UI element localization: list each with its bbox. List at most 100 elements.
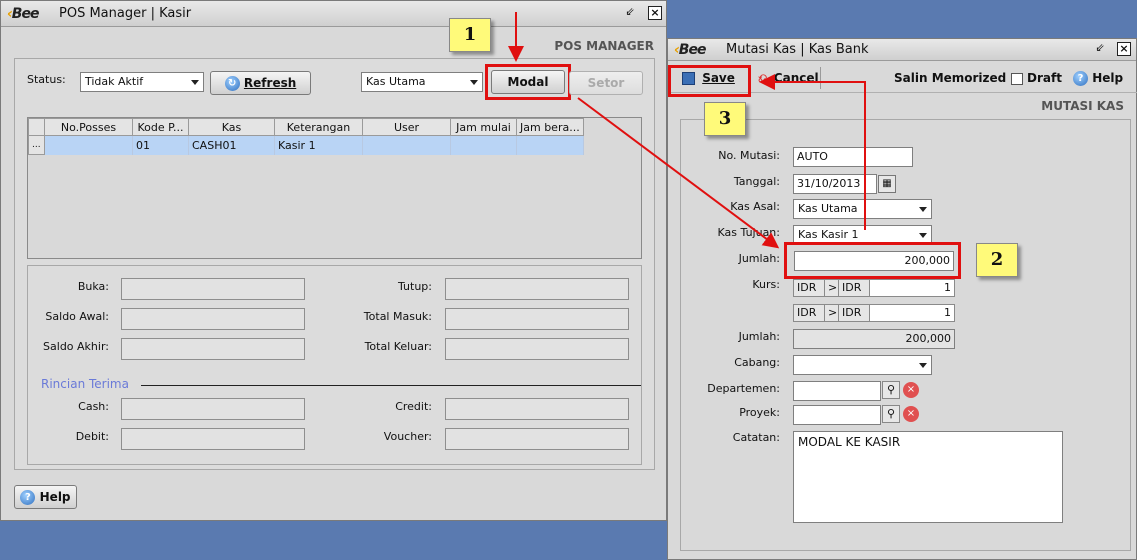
search-icon[interactable]: ⚲ xyxy=(882,381,900,399)
rincian-divider xyxy=(141,385,641,386)
cell-keterangan: Kasir 1 xyxy=(274,135,363,155)
catatan-textarea[interactable]: MODAL KE KASIR xyxy=(793,431,1063,523)
bee-logo: ‹Bee xyxy=(674,42,706,58)
status-select[interactable]: Tidak Aktif xyxy=(80,72,204,92)
cell-no-posses xyxy=(44,135,133,155)
section-title: MUTASI KAS xyxy=(1041,99,1124,113)
refresh-button-label: Refresh xyxy=(243,76,297,90)
close-icon[interactable]: × xyxy=(648,6,662,20)
column-header[interactable]: No.Posses xyxy=(44,118,133,136)
proyek-label: Proyek: xyxy=(739,406,780,419)
jumlah2-label: Jumlah: xyxy=(738,330,780,343)
voucher-field xyxy=(445,428,629,450)
saldo-akhir-field xyxy=(121,338,305,360)
pos-manager-titlebar[interactable]: ‹Bee POS Manager | Kasir ⇙ × xyxy=(1,1,666,27)
salin-memorized-button[interactable]: Salin Memorized xyxy=(894,67,1006,89)
cash-field xyxy=(121,398,305,420)
toolbar-divider xyxy=(820,67,821,89)
checkbox-box xyxy=(1011,72,1023,85)
catatan-label: Catatan: xyxy=(732,431,780,444)
clear-icon[interactable]: × xyxy=(903,406,919,422)
kas-select[interactable]: Kas Utama xyxy=(361,72,483,92)
column-header[interactable]: Jam mulai xyxy=(450,118,517,136)
help-button[interactable]: ? Help xyxy=(14,485,77,509)
restore-icon[interactable]: ⇙ xyxy=(1093,42,1107,56)
step-callout-3: 3 xyxy=(704,102,746,136)
draft-label: Draft xyxy=(1027,71,1062,85)
total-masuk-label: Total Masuk: xyxy=(363,310,432,323)
cell-jam-berakhir xyxy=(516,135,584,155)
kurs-from: IDR xyxy=(793,279,825,297)
search-icon[interactable]: ⚲ xyxy=(882,405,900,423)
cash-label: Cash: xyxy=(78,400,109,413)
section-title: POS MANAGER xyxy=(554,39,654,53)
cancel-icon: ⎌ xyxy=(758,71,768,85)
jumlah-highlight xyxy=(784,242,961,279)
saldo-awal-label: Saldo Awal: xyxy=(45,310,109,323)
modal-highlight xyxy=(485,64,571,100)
kurs-from: IDR xyxy=(793,304,825,322)
column-header[interactable]: Kode P... xyxy=(132,118,189,136)
chevron-down-icon xyxy=(191,80,199,85)
column-header[interactable]: Keterangan xyxy=(274,118,363,136)
kurs-to: IDR xyxy=(838,304,870,322)
chevron-down-icon xyxy=(470,80,478,85)
tanggal-label: Tanggal: xyxy=(733,175,780,188)
no-mutasi-field[interactable]: AUTO xyxy=(793,147,913,167)
clear-icon[interactable]: × xyxy=(903,382,919,398)
mutasi-kas-titlebar[interactable]: ‹Bee Mutasi Kas | Kas Bank ⇙ × xyxy=(668,39,1136,61)
posses-table-container: No.Posses Kode P... Kas Keterangan User … xyxy=(27,117,642,259)
tutup-label: Tutup: xyxy=(398,280,432,293)
table-header: No.Posses Kode P... Kas Keterangan User … xyxy=(28,118,584,136)
draft-checkbox[interactable]: Draft xyxy=(1011,67,1062,89)
kas-asal-value: Kas Utama xyxy=(798,202,858,215)
kurs-op: > xyxy=(824,279,839,297)
setor-button[interactable]: Setor xyxy=(569,71,643,95)
row-marker: ... xyxy=(28,135,45,155)
pos-manager-window: ‹Bee POS Manager | Kasir ⇙ × POS MANAGER… xyxy=(0,0,667,521)
total-keluar-label: Total Keluar: xyxy=(364,340,432,353)
kurs-label: Kurs: xyxy=(752,278,780,291)
tutup-field xyxy=(445,278,629,300)
saldo-awal-field xyxy=(121,308,305,330)
column-header[interactable]: Jam bera... xyxy=(516,118,584,136)
no-mutasi-label: No. Mutasi: xyxy=(718,149,780,162)
cabang-select[interactable] xyxy=(793,355,932,375)
calendar-icon[interactable]: ▦ xyxy=(878,175,896,193)
close-icon[interactable]: × xyxy=(1117,42,1131,56)
step-callout-2: 2 xyxy=(976,243,1018,277)
kurs-rate[interactable]: 1 xyxy=(869,279,955,297)
chevron-down-icon xyxy=(919,207,927,212)
departemen-label: Departemen: xyxy=(707,382,780,395)
posses-table: No.Posses Kode P... Kas Keterangan User … xyxy=(28,118,584,155)
jumlah-label: Jumlah: xyxy=(738,252,780,265)
cell-jam-mulai xyxy=(450,135,517,155)
buka-field xyxy=(121,278,305,300)
help-button[interactable]: ? Help xyxy=(1073,67,1123,89)
step-callout-1: 1 xyxy=(449,18,491,52)
cabang-label: Cabang: xyxy=(734,356,780,369)
proyek-field[interactable] xyxy=(793,405,881,425)
kurs-rate[interactable]: 1 xyxy=(869,304,955,322)
kurs-row-2: IDR > IDR 1 xyxy=(793,304,955,322)
kas-select-value: Kas Utama xyxy=(366,75,426,88)
cell-kode: 01 xyxy=(132,135,189,155)
cancel-button-label: Cancel xyxy=(773,71,819,85)
total-keluar-field xyxy=(445,338,629,360)
buka-label: Buka: xyxy=(77,280,109,293)
kurs-op: > xyxy=(824,304,839,322)
kas-asal-select[interactable]: Kas Utama xyxy=(793,199,932,219)
refresh-button[interactable]: ↻ Refresh xyxy=(210,71,311,95)
corner-header xyxy=(28,118,45,136)
restore-icon[interactable]: ⇙ xyxy=(623,6,637,20)
help-button-label: Help xyxy=(39,490,71,504)
column-header[interactable]: User xyxy=(362,118,451,136)
credit-field xyxy=(445,398,629,420)
column-header[interactable]: Kas xyxy=(188,118,275,136)
kas-tujuan-value: Kas Kasir 1 xyxy=(798,228,859,241)
voucher-label: Voucher: xyxy=(383,430,432,443)
tanggal-field[interactable]: 31/10/2013 xyxy=(793,174,877,194)
table-row[interactable]: ... 01 CASH01 Kasir 1 xyxy=(28,135,584,155)
cancel-button[interactable]: ⎌ Cancel xyxy=(758,67,819,89)
departemen-field[interactable] xyxy=(793,381,881,401)
